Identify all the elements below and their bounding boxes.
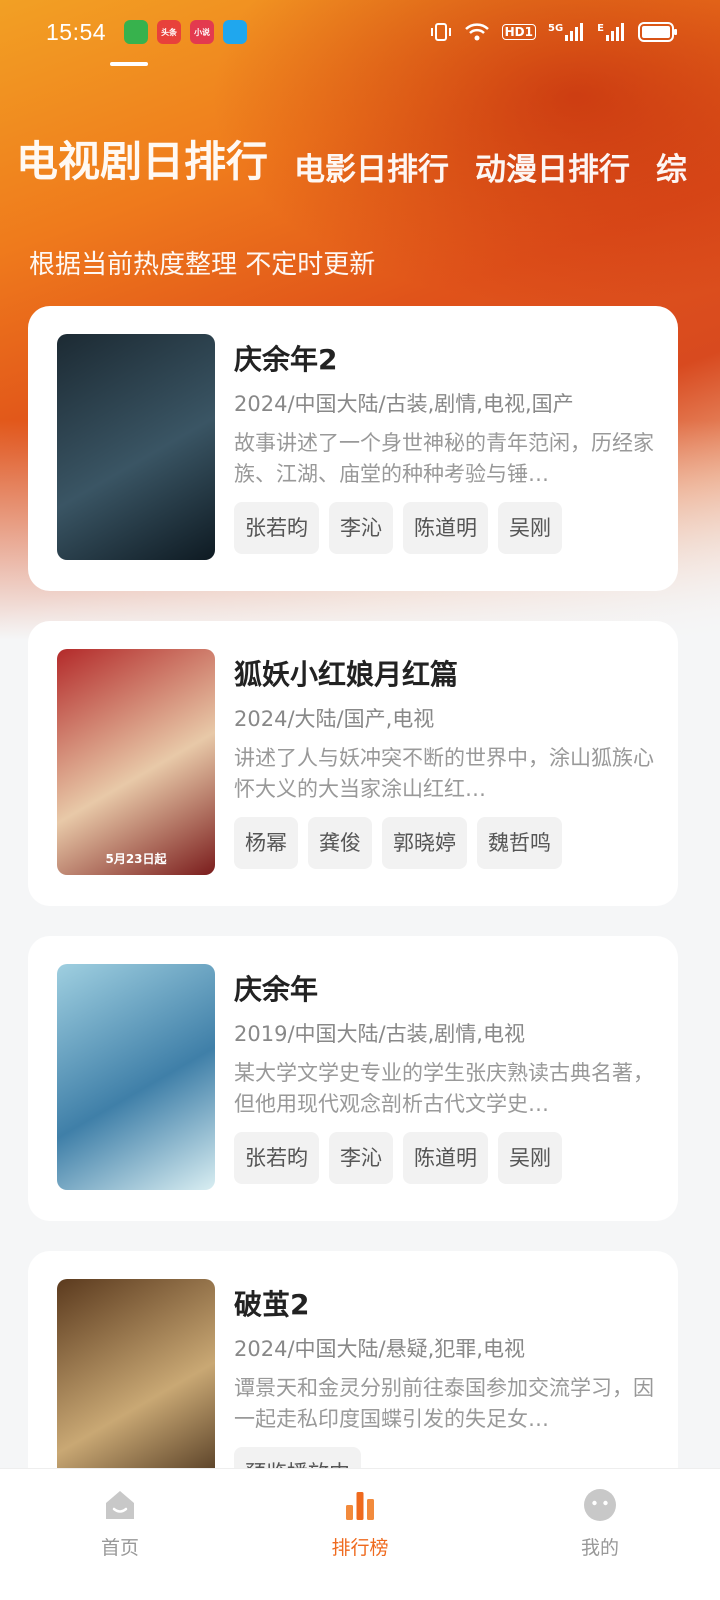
- signal-5g: 5G: [548, 23, 585, 41]
- ranking-subtitle: 根据当前热度整理 不定时更新: [29, 250, 376, 280]
- nav-item-0[interactable]: 首页: [0, 1469, 240, 1600]
- show-meta: 2024/大陆/国产,电视: [234, 707, 435, 731]
- mini-game-app-icon: 小说: [190, 20, 215, 44]
- vibrate-icon: [430, 23, 451, 41]
- card-info: 庆余年 2019/中国大陆/古装,剧情,电视某大学文学史专业的学生张庆熟读古典名著…: [234, 968, 654, 1184]
- cast-tag[interactable]: 陈道明: [403, 1132, 488, 1184]
- show-title[interactable]: 庆余年2: [234, 338, 654, 378]
- cast-tag[interactable]: 吴刚: [498, 502, 562, 554]
- nav-label: 我的: [580, 1537, 619, 1559]
- profile-face-icon: [582, 1487, 618, 1523]
- cast-tag[interactable]: 张若昀: [234, 502, 319, 554]
- show-description: 讲述了人与妖冲突不断的世界中，涂山狐族心怀大义的大当家涂山红红…: [234, 746, 654, 801]
- ranking-card[interactable]: 庆余年 2019/中国大陆/古装,剧情,电视某大学文学史专业的学生张庆熟读古典名著…: [28, 936, 678, 1221]
- ranking-tabs: 电视剧日排行 电影日排行 动漫日排行综: [16, 128, 687, 189]
- ranking-chart-icon: [342, 1487, 378, 1523]
- signal-bars-icon: [565, 23, 584, 41]
- signal-bars-icon: [606, 23, 624, 41]
- tab-1[interactable]: 电影日排行: [294, 144, 449, 189]
- qq-app-icon: [223, 20, 248, 44]
- poster-image[interactable]: [57, 334, 215, 560]
- wifi-icon: [464, 23, 489, 41]
- cast-tag[interactable]: 龚俊: [308, 817, 372, 869]
- cast-tags: 杨幂 龚俊 郭晓婷 魏哲鸣: [234, 817, 654, 869]
- notification-icons: 头条 小说: [124, 20, 248, 44]
- card-info: 狐妖小红娘月红篇 2024/大陆/国产,电视讲述了人与妖冲突不断的世界中，涂山狐族…: [234, 653, 654, 869]
- show-description: 某大学文学史专业的学生张庆熟读古典名著，但他用现代观念剖析古代文学史…: [234, 1061, 654, 1116]
- active-tab-indicator: [110, 62, 148, 66]
- nav-item-1[interactable]: 排行榜: [240, 1469, 480, 1600]
- signal-e: E: [597, 23, 626, 41]
- show-title[interactable]: 狐妖小红娘月红篇: [234, 653, 654, 693]
- cast-tag[interactable]: 李沁: [329, 502, 393, 554]
- show-meta: 2024/中国大陆/悬疑,犯罪,电视: [234, 1337, 525, 1361]
- bottom-navigation: 首页 排行榜 我的: [0, 1468, 720, 1600]
- cast-tag[interactable]: 杨幂: [234, 817, 298, 869]
- cast-tag[interactable]: 李沁: [329, 1132, 393, 1184]
- show-title[interactable]: 庆余年: [234, 968, 654, 1008]
- show-description: 故事讲述了一个身世神秘的青年范闲，历经家族、江湖、庙堂的种种考验与锤…: [234, 431, 654, 486]
- cast-tag[interactable]: 郭晓婷: [382, 817, 467, 869]
- poster-caption: 5月23日起: [105, 852, 167, 866]
- ranking-card[interactable]: 庆余年2 2024/中国大陆/古装,剧情,电视,国产故事讲述了一个身世神秘的青年范…: [28, 306, 678, 591]
- ranking-card[interactable]: 5月23日起 狐妖小红娘月红篇 2024/大陆/国产,电视讲述了人与妖冲突不断的世界…: [28, 621, 678, 906]
- card-info: 破茧2 2024/中国大陆/悬疑,犯罪,电视谭景天和金灵分别前往泰国参加交流学习，…: [234, 1283, 654, 1499]
- cast-tag[interactable]: 吴刚: [498, 1132, 562, 1184]
- status-bar: 15:54 头条 小说 HD1 5G E: [0, 0, 720, 64]
- system-indicators: HD1 5G E: [430, 21, 677, 43]
- hd-badge: HD1: [501, 24, 536, 40]
- tab-0[interactable]: 电视剧日排行: [16, 128, 268, 189]
- card-info: 庆余年2 2024/中国大陆/古装,剧情,电视,国产故事讲述了一个身世神秘的青年范…: [234, 338, 654, 554]
- toutiao-app-icon: 头条: [157, 20, 182, 44]
- battery-icon: [638, 22, 677, 42]
- show-meta: 2019/中国大陆/古装,剧情,电视: [234, 1022, 525, 1046]
- nav-item-2[interactable]: 我的: [480, 1469, 720, 1600]
- poster-image[interactable]: [57, 964, 215, 1190]
- status-time: 15:54: [46, 18, 107, 45]
- poster-image[interactable]: 5月23日起: [57, 649, 215, 875]
- show-description: 谭景天和金灵分别前往泰国参加交流学习，因一起走私印度国蝶引发的失足女…: [234, 1376, 654, 1431]
- cast-tags: 张若昀 李沁 陈道明 吴刚: [234, 502, 654, 554]
- tab-3[interactable]: 综: [656, 144, 687, 189]
- ranking-list: 庆余年2 2024/中国大陆/古装,剧情,电视,国产故事讲述了一个身世神秘的青年范…: [28, 306, 678, 1566]
- nav-label: 排行榜: [331, 1537, 389, 1559]
- cast-tags: 张若昀 李沁 陈道明 吴刚: [234, 1132, 654, 1184]
- cast-tag[interactable]: 张若昀: [234, 1132, 319, 1184]
- home-icon: [102, 1487, 138, 1523]
- show-meta: 2024/中国大陆/古装,剧情,电视,国产: [234, 392, 574, 416]
- cast-tag[interactable]: 魏哲鸣: [477, 817, 562, 869]
- show-title[interactable]: 破茧2: [234, 1283, 654, 1323]
- tab-2[interactable]: 动漫日排行: [475, 144, 630, 189]
- shield-app-icon: [124, 20, 149, 44]
- nav-label: 首页: [100, 1537, 139, 1559]
- cast-tag[interactable]: 陈道明: [403, 502, 488, 554]
